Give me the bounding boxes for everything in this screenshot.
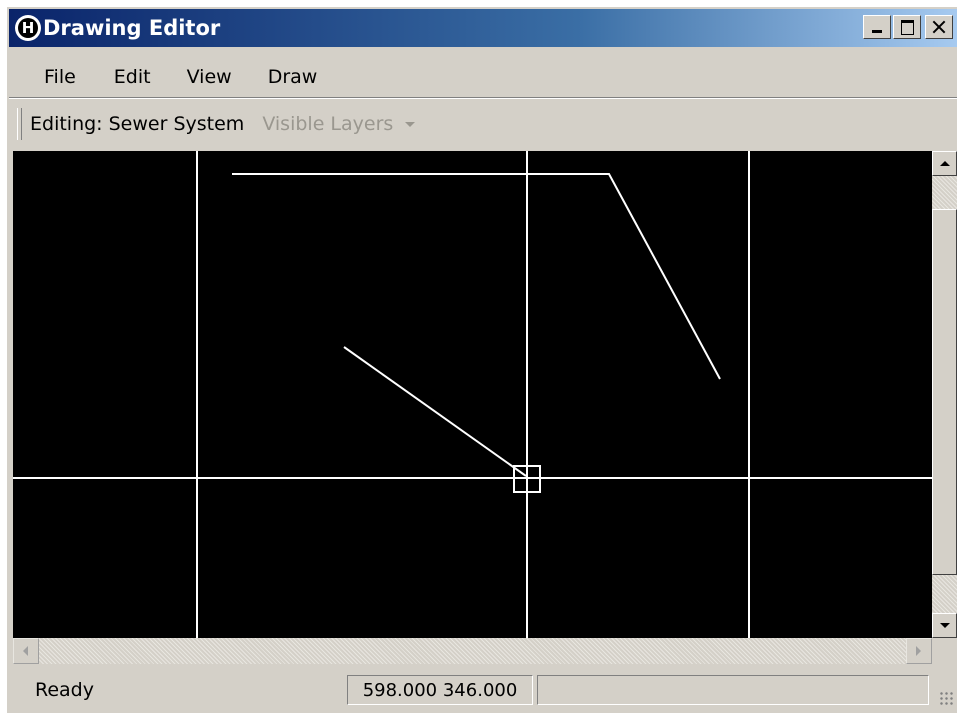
status-bar: Ready 598.000 346.000 bbox=[9, 671, 957, 711]
scroll-down-button[interactable] bbox=[932, 613, 957, 638]
menu-draw[interactable]: Draw bbox=[254, 66, 332, 88]
scroll-left-button[interactable] bbox=[13, 638, 39, 664]
title-bar[interactable]: H Drawing Editor bbox=[9, 9, 957, 47]
vertical-scroll-thumb[interactable] bbox=[932, 209, 957, 575]
app-logo-glyph: H bbox=[18, 18, 38, 38]
close-button[interactable] bbox=[925, 15, 953, 39]
chevron-down-icon bbox=[405, 121, 416, 127]
arrow-left-icon bbox=[23, 646, 28, 656]
window-controls bbox=[861, 15, 953, 39]
drawing-surface bbox=[13, 151, 932, 638]
status-text: Ready bbox=[35, 679, 94, 701]
arrow-down-icon bbox=[940, 623, 950, 628]
visible-layers-label: Visible Layers bbox=[262, 113, 394, 135]
sewer-pipe-polyline[interactable] bbox=[232, 173, 721, 380]
menu-separator bbox=[9, 97, 957, 99]
scroll-up-button[interactable] bbox=[932, 151, 957, 176]
window-title: Drawing Editor bbox=[43, 16, 221, 40]
editing-layer-label: Editing: Sewer System bbox=[30, 113, 245, 135]
coordinate-readout: 598.000 346.000 bbox=[347, 675, 533, 705]
menu-file[interactable]: File bbox=[9, 66, 90, 88]
maximize-button[interactable] bbox=[893, 15, 921, 39]
visible-layers-dropdown[interactable]: Visible Layers bbox=[262, 113, 416, 135]
menu-edit[interactable]: Edit bbox=[100, 66, 165, 88]
horizontal-scrollbar[interactable] bbox=[13, 638, 932, 664]
menu-view[interactable]: View bbox=[173, 66, 246, 88]
application-window: H Drawing Editor File Edit View Draw Edi… bbox=[6, 6, 957, 713]
status-panel bbox=[537, 675, 929, 705]
menu-bar: File Edit View Draw bbox=[9, 59, 957, 95]
arrow-up-icon bbox=[940, 161, 950, 166]
sewer-pipe-segment[interactable] bbox=[343, 346, 527, 477]
minimize-button[interactable] bbox=[863, 15, 891, 39]
resize-grip-icon[interactable] bbox=[939, 691, 953, 705]
drawing-canvas[interactable] bbox=[13, 151, 932, 638]
scroll-right-button[interactable] bbox=[906, 638, 932, 664]
toolbar: Editing: Sewer System Visible Layers bbox=[9, 105, 957, 143]
toolbar-grip-handle[interactable] bbox=[17, 108, 22, 140]
arrow-right-icon bbox=[916, 646, 921, 656]
app-logo-icon[interactable]: H bbox=[15, 15, 41, 41]
vertical-scrollbar[interactable] bbox=[932, 151, 957, 638]
